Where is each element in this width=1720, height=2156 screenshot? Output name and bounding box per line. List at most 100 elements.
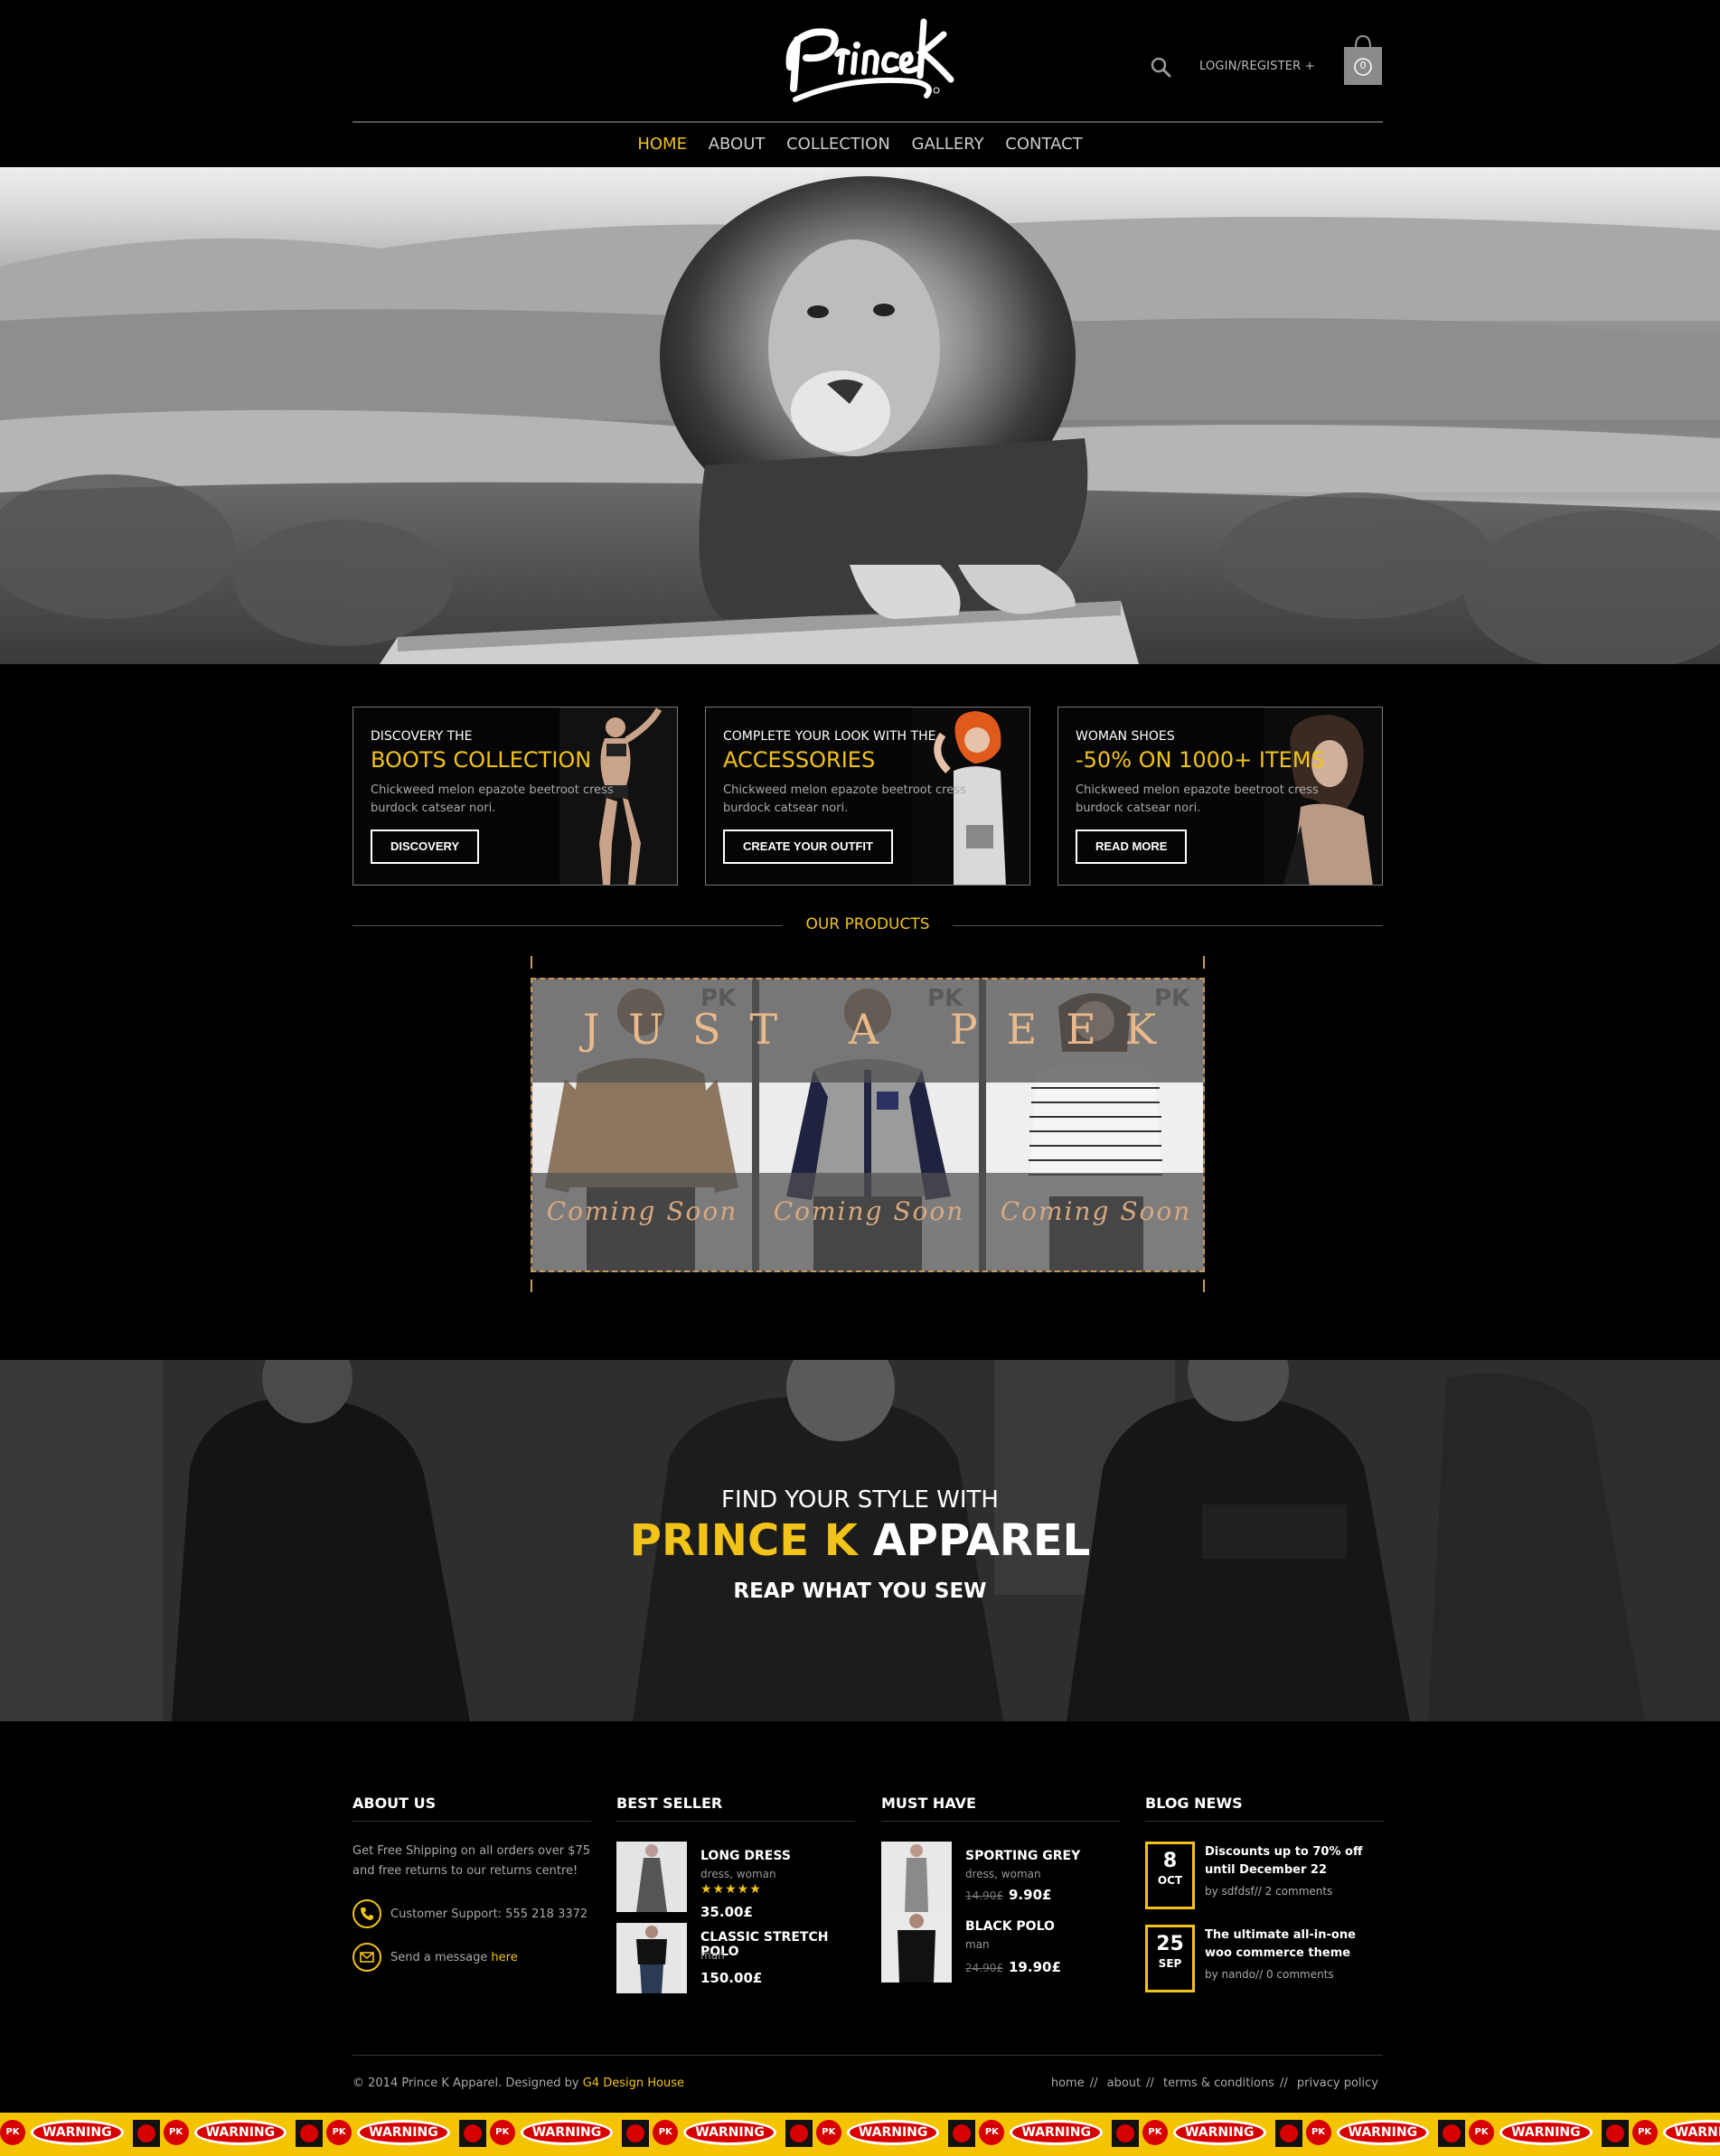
promo-title: ACCESSORIES [723, 747, 876, 773]
news-item[interactable]: 8 OCT Discounts up to 70% off until Dece… [1145, 1842, 1384, 1925]
footer-link-about[interactable]: about [1107, 2076, 1142, 2090]
promo-kicker: COMPLETE YOUR LOOK WITH THE [723, 729, 936, 744]
warning-label: WARNING [683, 2120, 776, 2145]
site-header: LOGIN/REGISTER + 0 HOME ABOUT COLLECTION… [0, 0, 1720, 167]
crop-mark [1203, 956, 1205, 969]
promo-boots: DISCOVERY THE BOOTS COLLECTION Chickweed… [352, 707, 678, 886]
footer-best-seller: BEST SELLER LONG DRESS dress, woman ★★★★… [616, 1795, 855, 2004]
footer-heading: MUST HAVE [881, 1795, 1120, 1822]
news-day: 8 [1162, 1850, 1178, 1872]
tape-segment: PKWARNING [815, 2113, 980, 2156]
logo[interactable] [777, 13, 958, 112]
banner-tagline: REAP WHAT YOU SEW [733, 1580, 987, 1603]
news-item[interactable]: 25 SEP The ultimate all-in-one woo comme… [1145, 1925, 1384, 2008]
designer-link[interactable]: G4 Design House [583, 2076, 684, 2090]
pk-badge: PK [163, 2120, 189, 2145]
tape-segment: PKWARNING [163, 2113, 327, 2156]
pk-badge: PK [326, 2120, 352, 2145]
support-text: Customer Support: 555 218 3372 [390, 1907, 588, 1921]
warning-label: WARNING [1499, 2120, 1593, 2145]
news-month: SEP [1158, 1957, 1182, 1970]
footer-link-home[interactable]: home [1051, 2076, 1085, 2090]
product-name[interactable]: LONG DRESS [700, 1849, 791, 1863]
tape-segment: PKWARNING [0, 2113, 164, 2156]
stop-hand-icon [296, 2120, 324, 2147]
footer-link-privacy[interactable]: privacy policy [1297, 2076, 1378, 2090]
search-icon[interactable] [1150, 56, 1173, 80]
warning-label: WARNING [846, 2120, 940, 2145]
tape-segment: PKWARNING [1305, 2113, 1470, 2156]
pk-badge: PK [1469, 2120, 1495, 2145]
nav-home[interactable]: HOME [637, 135, 687, 154]
cart-button[interactable]: 0 [1344, 33, 1382, 85]
news-title[interactable]: The ultimate all-in-one woo commerce the… [1205, 1926, 1386, 1963]
copyright: © 2014 Prince K Apparel. Designed by G4 … [352, 2076, 684, 2090]
pk-badge: PK [1305, 2120, 1331, 2145]
product-price: 35.00£ [700, 1904, 753, 1920]
warning-label: WARNING [1336, 2120, 1430, 2145]
footer-divider [352, 2055, 1383, 2056]
product-item[interactable]: CLASSIC STRETCH POLO man 150.00£ [616, 1923, 855, 2004]
pk-badge: PK [979, 2120, 1005, 2145]
promo-title: BOOTS COLLECTION [371, 747, 592, 773]
stop-hand-icon [1438, 2120, 1466, 2147]
warning-label: WARNING [520, 2120, 614, 2145]
nav-gallery[interactable]: GALLERY [912, 135, 984, 154]
product-item[interactable]: BLACK POLO man 24.90£ 19.90£ [881, 1912, 1120, 1993]
stop-hand-icon [132, 2120, 160, 2147]
coming-soon-label: Coming Soon [1000, 1196, 1192, 1226]
login-register-link[interactable]: LOGIN/REGISTER + [1199, 60, 1315, 73]
new-price: 9.90£ [1009, 1887, 1052, 1903]
product-name[interactable]: BLACK POLO [965, 1919, 1055, 1934]
news-meta: by sdfdsf// 2 comments [1205, 1885, 1333, 1898]
promo-woman-shoes: WOMAN SHOES -50% ON 1000+ ITEMS Chickwee… [1057, 707, 1383, 886]
product-item[interactable]: SPORTING GREY dress, woman 14.90£ 9.90£ [881, 1842, 1120, 1923]
discovery-button[interactable]: DISCOVERY [371, 830, 480, 864]
news-date: 25 SEP [1145, 1925, 1195, 1992]
crop-mark [531, 1280, 532, 1292]
coming-soon-label: Coming Soon [773, 1196, 965, 1226]
footer-must-have: MUST HAVE SPORTING GREY dress, woman 14.… [881, 1795, 1120, 1993]
shopping-bag-icon [1344, 34, 1382, 85]
style-banner: FIND YOUR STYLE WITH PRINCE K APPAREL RE… [0, 1360, 1720, 1721]
footer-link-terms[interactable]: terms & conditions [1163, 2076, 1274, 2090]
mail-icon [352, 1943, 381, 1972]
crop-mark [531, 956, 532, 969]
warning-label: WARNING [357, 2120, 450, 2145]
old-price: 14.90£ [965, 1889, 1003, 1902]
stop-hand-icon [458, 2120, 486, 2147]
tape-segment: PKWARNING [1142, 2113, 1306, 2156]
product-item[interactable]: LONG DRESS dress, woman ★★★★★ 35.00£ [616, 1842, 855, 1923]
news-title[interactable]: Discounts up to 70% off until December 2… [1205, 1843, 1386, 1879]
footer-heading: ABOUT US [352, 1795, 591, 1822]
product-thumb [616, 1842, 687, 1912]
footer-links: home// about// terms & conditions// priv… [1050, 2076, 1378, 2090]
nav-contact[interactable]: CONTACT [1005, 135, 1082, 154]
pk-badge: PK [653, 2120, 679, 2145]
nav-about[interactable]: ABOUT [709, 135, 766, 154]
create-outfit-button[interactable]: CREATE YOUR OUTFIT [723, 830, 893, 864]
promo-kicker: DISCOVERY THE [371, 729, 473, 744]
just-a-peek-banner[interactable]: PK PK PK [531, 978, 1205, 1272]
news-meta: by nando// 0 comments [1205, 1968, 1334, 1981]
news-day: 25 [1156, 1933, 1184, 1955]
message-link[interactable]: here [491, 1951, 517, 1964]
nav-collection[interactable]: COLLECTION [786, 135, 890, 154]
peek-title: JUST A PEEK [582, 1005, 1186, 1054]
divider [352, 925, 783, 926]
read-more-button[interactable]: READ MORE [1076, 830, 1188, 864]
product-thumb [881, 1842, 952, 1912]
warning-label: WARNING [193, 2120, 287, 2145]
promo-text: Chickweed melon epazote beetroot cress b… [371, 783, 614, 815]
phone-icon [352, 1899, 381, 1928]
tape-segment: PKWARNING [1631, 2113, 1720, 2156]
new-price: 19.90£ [1009, 1959, 1061, 1975]
stop-hand-icon [785, 2120, 813, 2147]
cart-count: 0 [1359, 60, 1367, 71]
product-name[interactable]: SPORTING GREY [965, 1849, 1080, 1863]
about-text: Get Free Shipping on all orders over $75… [352, 1844, 591, 1878]
product-thumb [881, 1912, 952, 1983]
product-price: 14.90£ 9.90£ [965, 1887, 1051, 1903]
rating-stars: ★★★★★ [700, 1882, 762, 1897]
product-category: dress, woman [700, 1868, 776, 1880]
